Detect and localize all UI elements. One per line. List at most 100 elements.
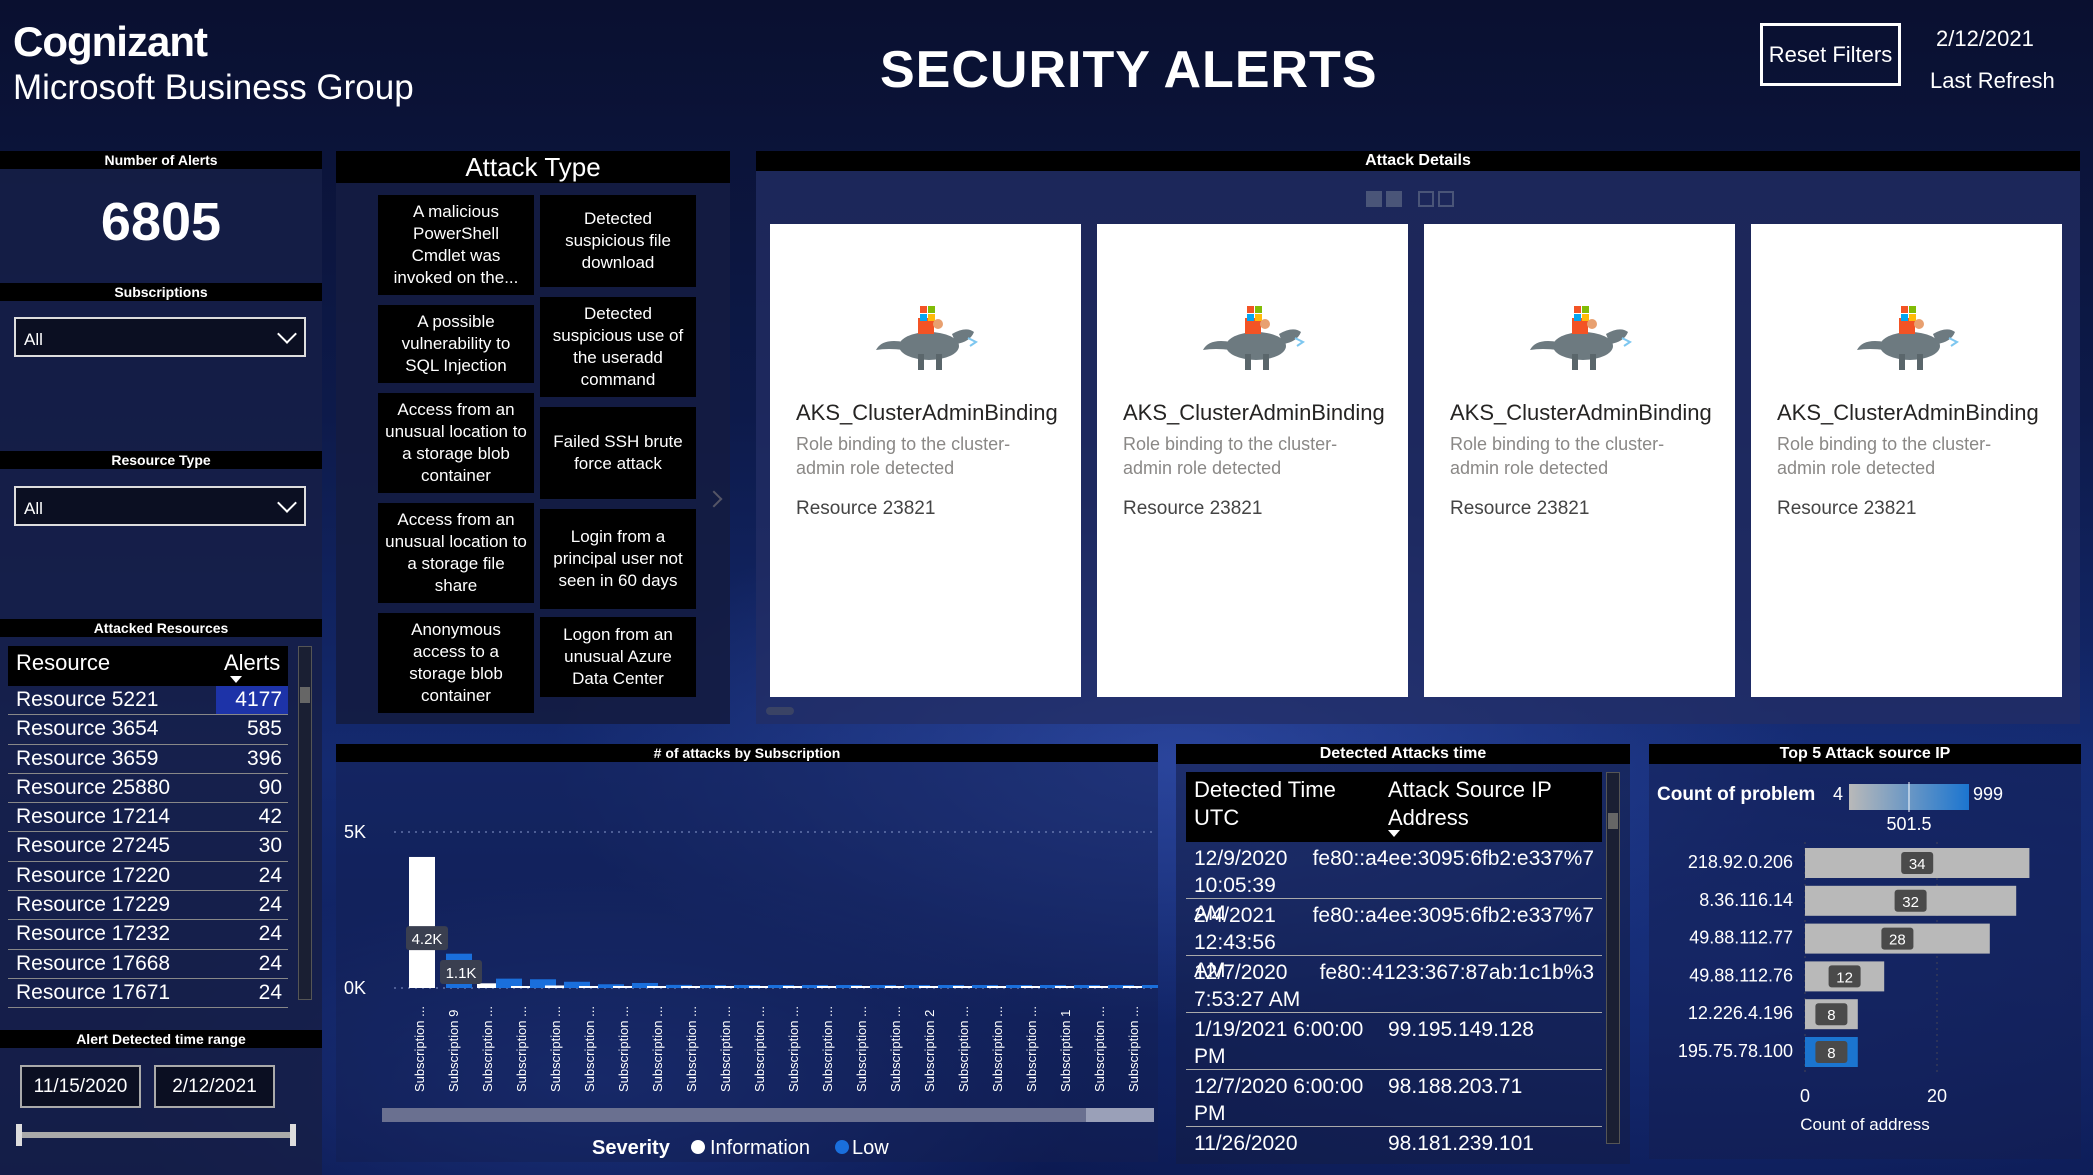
page-indicator-active[interactable] — [1366, 191, 1382, 207]
x-tick-label: Subscription 9 — [446, 1010, 461, 1092]
bar-information[interactable] — [409, 856, 435, 988]
x-tick-label: Subscription ... — [718, 1006, 733, 1092]
x-tick-label: Subscription 2 — [922, 1010, 937, 1092]
resources-scrollbar[interactable] — [298, 646, 312, 1000]
sort-desc-icon — [1388, 830, 1400, 837]
x-tick-label: Subscription ... — [854, 1006, 869, 1092]
table-row[interactable]: Resource 5221 4177 — [8, 686, 288, 716]
end-date-input[interactable]: 2/12/2021 — [154, 1065, 275, 1108]
table-row[interactable]: Resource 17220 24 — [8, 862, 288, 892]
bar-low[interactable] — [1142, 985, 1158, 988]
column-header-resource[interactable]: Resource — [8, 646, 216, 686]
attack-type-tile[interactable]: Detected suspicious file download — [540, 195, 696, 287]
resource-name-cell: Resource 3659 — [16, 746, 159, 770]
table-row[interactable]: Resource 27245 30 — [8, 832, 288, 862]
attack-type-tile[interactable]: Logon from an unusual Azure Data Center — [540, 617, 696, 697]
chart-scrollbar-thumb[interactable] — [1086, 1108, 1154, 1122]
table-row[interactable]: Resource 3659 396 — [8, 745, 288, 774]
data-label: 32 — [1902, 894, 1919, 911]
chevron-right-icon[interactable] — [705, 490, 723, 508]
alerts-count-cell: 90 — [258, 775, 282, 799]
attack-detail-card[interactable]: AKS_ClusterAdminBinding Role binding to t… — [770, 224, 1081, 697]
table-row[interactable]: Resource 3654 585 — [8, 715, 288, 745]
x-tick-label: Subscription ... — [990, 1006, 1005, 1092]
chart-scrollbar[interactable] — [382, 1108, 1154, 1122]
page-indicator-active[interactable] — [1386, 191, 1402, 207]
table-row[interactable]: Resource 17214 42 — [8, 803, 288, 833]
slider-start-handle[interactable] — [16, 1124, 22, 1146]
ip-bar-chart-svg: Count of problem 4 999 501.5 218.92.0.206 34 8… — [1657, 782, 2030, 1134]
detected-time-cell: 2/4/2021 12:43:56 AM — [1194, 904, 1276, 982]
legend-label-low: Low — [852, 1137, 889, 1159]
attack-type-tile[interactable]: A possible vulnerability to SQL Injectio… — [378, 305, 534, 383]
subscriptions-dropdown[interactable]: All — [14, 317, 306, 357]
table-row[interactable]: 1/19/2021 6:00:00 PM 99.195.149.128 — [1186, 1013, 1602, 1070]
card-description: Role binding to the cluster-admin role d… — [1450, 434, 1665, 479]
column-header-source-ip-label: Attack Source IP Address — [1388, 777, 1552, 830]
attack-detail-card[interactable]: AKS_ClusterAdminBinding Role binding to t… — [1097, 224, 1408, 697]
table-row[interactable]: Resource 17671 24 — [8, 979, 288, 1009]
attacked-resources-table: Resource Alerts Resource 5221 4177 Resourc… — [8, 646, 288, 1009]
resource-type-dropdown[interactable]: All — [14, 486, 306, 526]
detected-scrollbar[interactable] — [1606, 772, 1620, 1144]
x-tick-label: Subscription ... — [412, 1006, 427, 1092]
table-row[interactable]: 12/9/2020 10:05:39 AM fe80::a4ee:3095:6fb… — [1186, 842, 1602, 925]
attack-type-tile[interactable]: Login from a principal user not seen in … — [540, 509, 696, 609]
gradient-legend-min: 4 — [1833, 784, 1843, 804]
attack-type-tile[interactable]: Detected suspicious use of the useradd c… — [540, 297, 696, 397]
detected-attacks-table: Detected Time UTC Attack Source IP Addre… — [1186, 772, 1602, 1164]
chart-title: # of attacks by Subscription — [336, 744, 1158, 762]
table-row[interactable]: 2/4/2021 12:43:56 AM fe80::a4ee:3095:6fb2… — [1186, 899, 1602, 982]
resource-name-cell: Resource 27245 — [16, 834, 171, 858]
table-row[interactable]: 12/7/2020 6:00:00 PM 98.188.203.71 — [1186, 1070, 1602, 1127]
attack-type-tile[interactable]: Access from an unusual location to a sto… — [378, 503, 534, 603]
legend-marker-low — [835, 1140, 849, 1154]
scrollbar-thumb[interactable] — [300, 687, 310, 703]
slider-end-handle[interactable] — [290, 1124, 296, 1146]
ip-label: 195.75.78.100 — [1678, 1041, 1793, 1061]
column-header-detected-time[interactable]: Detected Time UTC — [1186, 772, 1380, 842]
page-title: SECURITY ALERTS — [880, 41, 1378, 99]
start-date-input[interactable]: 11/15/2020 — [20, 1065, 141, 1108]
alerts-count-cell: 396 — [246, 746, 282, 770]
logo-subtitle: Microsoft Business Group — [13, 68, 414, 107]
alerts-count-cell: 4177 — [216, 686, 288, 715]
attack-detail-card[interactable]: AKS_ClusterAdminBinding Role binding to t… — [1424, 224, 1735, 697]
resource-type-selected-value: All — [24, 499, 43, 518]
attack-type-tile[interactable]: Access from an unusual location to a sto… — [378, 393, 534, 493]
date-range-slider[interactable] — [16, 1124, 296, 1146]
alerts-count-header: Number of Alerts — [0, 151, 322, 169]
pagination-dots[interactable] — [1366, 191, 1454, 207]
table-header: Resource Alerts — [8, 646, 288, 686]
column-header-source-ip[interactable]: Attack Source IP Address — [1380, 772, 1602, 842]
table-row[interactable]: 12/7/2020 7:53:27 AM fe80::4123:367:87ab:… — [1186, 956, 1602, 1013]
resource-name-cell: Resource 17671 — [16, 980, 171, 1004]
scrollbar-thumb[interactable] — [1608, 813, 1618, 829]
subscriptions-header: Subscriptions — [0, 283, 322, 301]
reset-filters-button[interactable]: Reset Filters — [1760, 23, 1901, 86]
horizontal-scrollbar[interactable] — [766, 707, 794, 715]
card-description: Role binding to the cluster-admin role d… — [1777, 434, 1992, 479]
table-row[interactable]: 11/26/2020 98.181.239.101 — [1186, 1127, 1602, 1164]
page-indicator[interactable] — [1438, 191, 1454, 207]
page-indicator[interactable] — [1418, 191, 1434, 207]
table-body: Resource 5221 4177 Resource 3654 585 Resourc… — [8, 686, 288, 1009]
column-header-alerts[interactable]: Alerts — [216, 646, 288, 686]
data-label: 1.1K — [446, 965, 477, 982]
table-row[interactable]: Resource 17232 24 — [8, 920, 288, 950]
detected-attacks-header: Detected Attacks time — [1176, 744, 1630, 764]
table-row[interactable]: Resource 17668 24 — [8, 950, 288, 979]
table-row[interactable]: Resource 17229 24 — [8, 891, 288, 921]
resource-name-cell: Resource 5221 — [16, 688, 159, 711]
table-row[interactable]: Resource 25880 90 — [8, 774, 288, 804]
alerts-count-cell: 30 — [258, 834, 282, 858]
card-title: AKS_ClusterAdminBinding — [796, 400, 1058, 425]
attack-detail-card[interactable]: AKS_ClusterAdminBinding Role binding to t… — [1751, 224, 2062, 697]
alerts-count-cell: 24 — [258, 980, 282, 1004]
attack-type-tile[interactable]: A malicious PowerShell Cmdlet was invoke… — [378, 195, 534, 295]
x-tick-label: Subscription ... — [888, 1006, 903, 1092]
alerts-count-cell: 24 — [258, 951, 282, 975]
attack-type-tile[interactable]: Failed SSH brute force attack — [540, 407, 696, 499]
chevron-down-icon — [277, 493, 297, 513]
attack-type-tile[interactable]: Anonymous access to a storage blob conta… — [378, 613, 534, 713]
